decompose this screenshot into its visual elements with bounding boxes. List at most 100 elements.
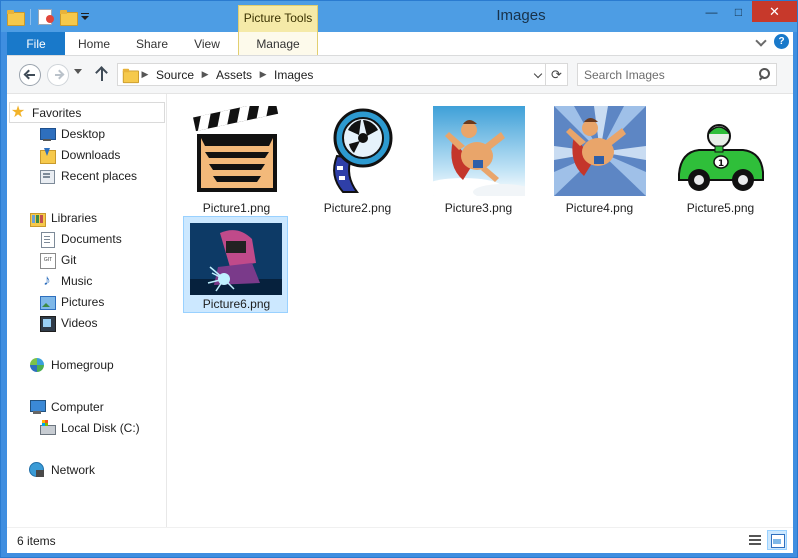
forward-button[interactable] — [47, 64, 69, 86]
tab-home[interactable]: Home — [65, 32, 123, 55]
race-car-thumbnail: 1 — [674, 106, 767, 196]
nav-label: Libraries — [51, 210, 98, 225]
tab-manage[interactable]: Manage — [238, 32, 318, 55]
search-icon[interactable] — [758, 68, 770, 80]
breadcrumb-images[interactable]: Images — [270, 68, 317, 82]
nav-desktop[interactable]: Desktop — [39, 123, 105, 144]
picture-tools-context-label: Picture Tools — [238, 5, 318, 32]
nav-git[interactable]: Git — [39, 249, 76, 270]
file-name: Picture2.png — [323, 201, 392, 215]
nav-recent-places[interactable]: Recent places — [39, 165, 137, 186]
breadcrumb-separator-icon[interactable]: ▶ — [198, 69, 212, 80]
address-history-dropdown-icon[interactable] — [535, 71, 543, 79]
nav-computer[interactable]: Computer — [29, 396, 104, 417]
tab-view[interactable]: View — [181, 32, 233, 55]
file-name: Picture6.png — [202, 297, 271, 311]
downloads-icon — [39, 147, 56, 164]
tab-share[interactable]: Share — [123, 32, 181, 55]
nav-label: Pictures — [61, 294, 105, 309]
properties-icon[interactable] — [38, 9, 54, 25]
nav-label: Recent places — [61, 168, 138, 183]
ribbon-tab-bar: File Home Share View Manage ? — [7, 32, 793, 56]
chevron-down-icon[interactable] — [754, 35, 768, 49]
refresh-button[interactable]: ⟳ — [545, 64, 567, 85]
nav-network[interactable]: Network — [29, 459, 95, 480]
nav-documents[interactable]: Documents — [39, 228, 122, 249]
homegroup-icon — [29, 357, 45, 373]
file-item[interactable]: Picture1.png — [184, 100, 289, 215]
nav-label: Downloads — [61, 147, 121, 162]
svg-text:1: 1 — [717, 159, 723, 169]
view-toggle — [745, 530, 787, 550]
ribbon-right-controls: ? — [754, 34, 789, 49]
file-name: Picture3.png — [444, 201, 513, 215]
breadcrumb-assets[interactable]: Assets — [212, 68, 256, 82]
close-button[interactable]: ✕ — [752, 1, 797, 22]
status-bar: 6 items — [7, 527, 793, 553]
breadcrumb-separator-icon[interactable]: ▶ — [256, 69, 270, 80]
nav-label: Computer — [51, 399, 104, 414]
help-icon[interactable]: ? — [774, 34, 789, 49]
superhero-speed-thumbnail — [553, 106, 646, 196]
pictures-icon — [39, 294, 56, 310]
address-bar[interactable]: ▶ Source ▶ Assets ▶ Images ⟳ — [117, 63, 568, 86]
documents-icon — [39, 231, 55, 248]
file-item[interactable]: 1 Picture5.png — [668, 100, 773, 215]
libraries-icon — [29, 210, 46, 227]
nav-favorites[interactable]: ★ Favorites — [9, 102, 165, 123]
title-bar[interactable]: Picture Tools Images — □ ✕ — [1, 1, 797, 32]
maximize-button[interactable]: □ — [725, 1, 752, 22]
nav-local-disk[interactable]: Local Disk (C:) — [39, 417, 140, 438]
minimize-button[interactable]: — — [698, 1, 725, 22]
tab-file[interactable]: File — [7, 32, 65, 55]
customize-toolbar-dropdown-icon[interactable] — [80, 12, 90, 22]
large-icons-view-button[interactable] — [767, 530, 787, 550]
breadcrumb-separator-icon[interactable]: ▶ — [138, 69, 152, 80]
nav-label: Music — [61, 273, 93, 288]
desktop-icon — [39, 126, 56, 142]
file-item[interactable]: Picture4.png — [547, 100, 652, 215]
folder-icon[interactable] — [7, 10, 25, 26]
recent-locations-dropdown-icon[interactable] — [73, 69, 83, 79]
nav-libraries[interactable]: Libraries — [29, 207, 97, 228]
search-input[interactable] — [584, 67, 749, 83]
folder-icon — [122, 68, 139, 83]
up-arrow-icon[interactable] — [95, 66, 109, 82]
nav-videos[interactable]: Videos — [39, 312, 97, 333]
film-reel-thumbnail — [322, 106, 393, 196]
welder-thumbnail — [189, 223, 282, 295]
details-view-button[interactable] — [745, 530, 765, 550]
nav-label: Local Disk (C:) — [61, 420, 140, 435]
nav-label: Git — [61, 252, 77, 267]
file-item[interactable]: Picture2.png — [305, 100, 410, 215]
superhero-thumbnail — [432, 106, 525, 196]
search-box[interactable] — [577, 63, 777, 86]
navigation-bar: ▶ Source ▶ Assets ▶ Images ⟳ — [7, 56, 793, 94]
music-icon: ♪ — [43, 271, 51, 289]
nav-label: Videos — [61, 315, 98, 330]
navigation-pane[interactable]: ★ Favorites Desktop Downloads Recent pla… — [7, 94, 167, 527]
file-name: Picture1.png — [202, 201, 271, 215]
nav-homegroup[interactable]: Homegroup — [29, 354, 114, 375]
star-icon: ★ — [10, 103, 26, 121]
nav-label: Network — [51, 462, 96, 477]
explorer-window: Picture Tools Images — □ ✕ File Home Sha… — [0, 0, 798, 558]
file-name: Picture5.png — [686, 201, 755, 215]
toolbar-separator — [30, 9, 31, 25]
file-name: Picture4.png — [565, 201, 634, 215]
breadcrumb-source[interactable]: Source — [152, 68, 198, 82]
quick-access-toolbar — [7, 7, 90, 27]
back-button[interactable] — [19, 64, 41, 86]
nav-label: Favorites — [32, 105, 82, 120]
local-disk-icon — [39, 419, 56, 436]
nav-label: Homegroup — [51, 357, 114, 372]
recent-places-icon — [39, 168, 55, 184]
file-item-selected[interactable]: Picture6.png — [183, 216, 288, 313]
nav-music[interactable]: ♪ Music — [39, 270, 92, 291]
file-item[interactable]: Picture3.png — [426, 100, 531, 215]
nav-label: Documents — [61, 231, 122, 246]
nav-pictures[interactable]: Pictures — [39, 291, 104, 312]
new-folder-icon[interactable] — [60, 10, 78, 26]
nav-downloads[interactable]: Downloads — [39, 144, 120, 165]
file-list-pane[interactable]: Picture1.png Picture2.png Picture3.png P… — [168, 94, 793, 527]
